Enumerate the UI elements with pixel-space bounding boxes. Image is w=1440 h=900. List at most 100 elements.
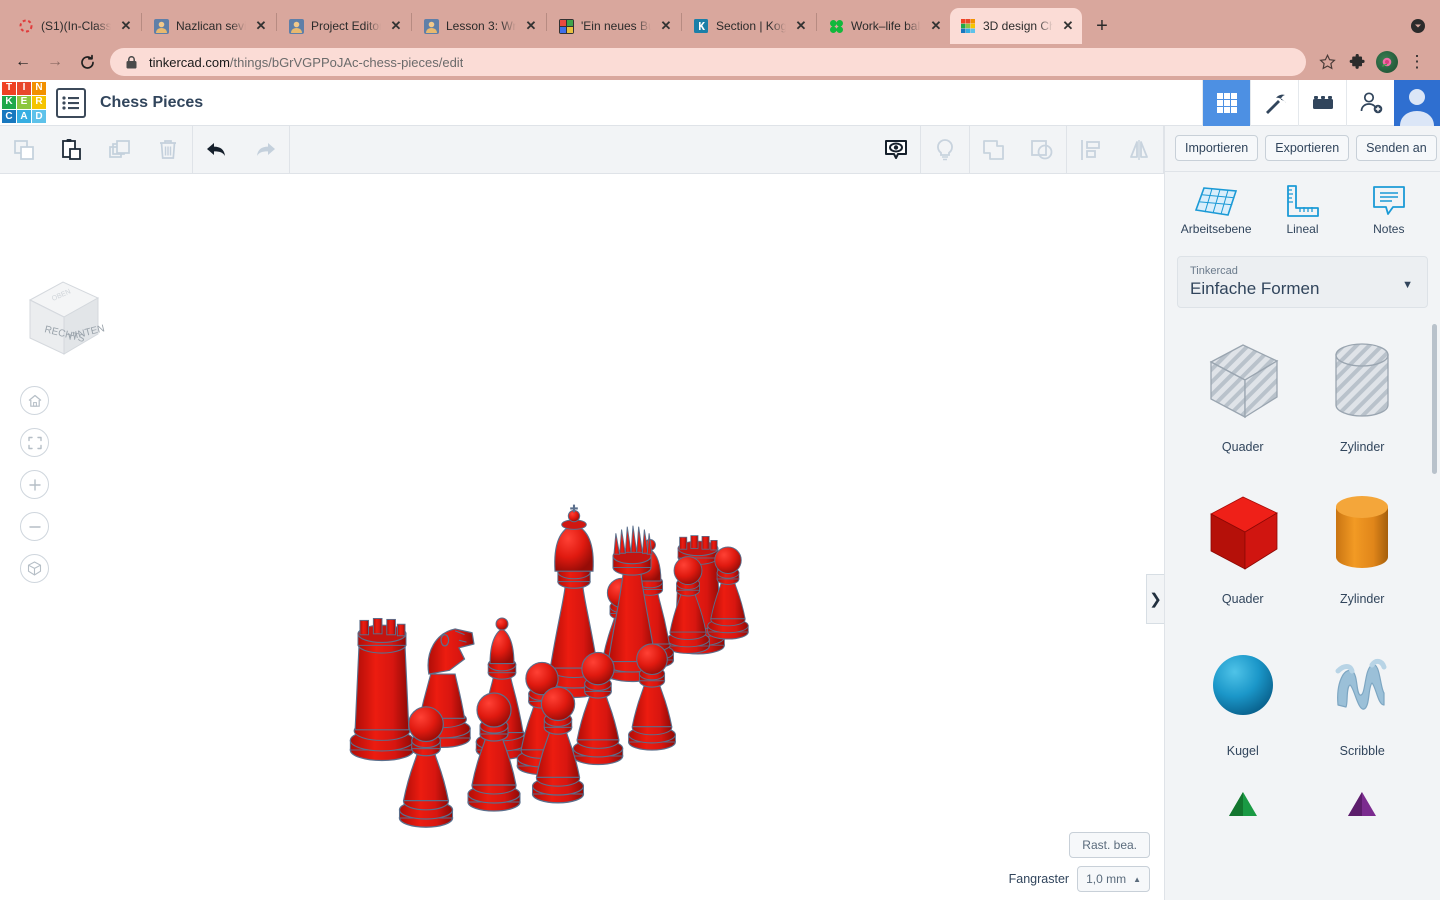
browser-tab-4[interactable]: Lesson 3: Writing ✕ (413, 8, 545, 44)
omnibox-row: ← → tinkercad.com/things/bGrVGPPoJAc-che… (0, 44, 1440, 80)
export-button[interactable]: Exportieren (1265, 135, 1350, 162)
profile-avatar[interactable] (1374, 49, 1400, 75)
notes-tool[interactable]: Notes (1349, 184, 1429, 236)
shape-item-box-solid[interactable]: Quader (1183, 484, 1303, 624)
person-photo-icon (423, 18, 439, 34)
group-icon[interactable] (970, 126, 1018, 174)
address-bar[interactable]: tinkercad.com/things/bGrVGPPoJAc-chess-p… (110, 48, 1306, 76)
toolbar-right-group (872, 126, 1164, 174)
tab-strip: (S1)(In-Class)(Ins ✕ Nazlican sevimli's … (0, 0, 1440, 44)
tab-close-icon[interactable]: ✕ (388, 18, 404, 34)
grid-edit-button[interactable]: Rast. bea. (1069, 832, 1150, 858)
import-button[interactable]: Importieren (1175, 135, 1259, 162)
add-person-icon[interactable] (1346, 80, 1394, 126)
pickaxe-icon[interactable] (1250, 80, 1298, 126)
chevron-up-icon: ▲ (1133, 874, 1141, 884)
browser-chrome: (S1)(In-Class)(Ins ✕ Nazlican sevimli's … (0, 0, 1440, 80)
panel-tools: Arbeitsebene Lineal Notes (1165, 172, 1440, 248)
zoom-in-button[interactable] (20, 470, 49, 499)
avatar (1376, 51, 1398, 73)
tinkercad-icon (960, 18, 976, 34)
logo-letter: D (32, 110, 46, 124)
3d-canvas[interactable]: RECHTS HINTEN OBEN ❯ Rast. bea. Fangrast… (0, 174, 1164, 900)
tab-close-icon[interactable]: ✕ (1060, 18, 1076, 34)
shape-label: Zylinder (1340, 592, 1385, 607)
tab-close-icon[interactable]: ✕ (253, 18, 269, 34)
snap-grid-row: Fangraster 1,0 mm ▲ (1009, 866, 1150, 892)
show-hide-eye-icon[interactable] (872, 126, 920, 174)
mirror-icon[interactable] (1115, 126, 1163, 174)
ruler-tool[interactable]: Lineal (1262, 184, 1342, 236)
collapse-panel-button[interactable]: ❯ (1146, 574, 1164, 624)
tab-close-icon[interactable]: ✕ (928, 18, 944, 34)
logo-letter: K (2, 95, 16, 110)
bookmark-star-icon[interactable] (1314, 49, 1340, 75)
shape-item-cone-purple[interactable] (1303, 788, 1423, 900)
reload-button[interactable] (72, 47, 102, 77)
back-button[interactable]: ← (8, 47, 38, 77)
zoom-out-button[interactable] (20, 512, 49, 541)
shape-item-box-hole[interactable]: Quader (1183, 332, 1303, 472)
paste-icon[interactable] (48, 126, 96, 174)
new-tab-button[interactable]: + (1088, 12, 1116, 40)
panel-scrollbar[interactable] (1432, 324, 1437, 475)
logo-letter: A (17, 110, 31, 124)
chess-pieces-3d-model[interactable] (330, 450, 750, 840)
snap-grid-label: Fangraster (1008, 872, 1070, 886)
ungroup-icon[interactable] (1018, 126, 1066, 174)
home-view-button[interactable] (20, 386, 49, 415)
browser-tab-8-active[interactable]: 3D design Chess ✕ (950, 8, 1082, 44)
chrome-menu-icon[interactable]: ⋮ (1404, 49, 1430, 75)
user-avatar-icon[interactable] (1394, 80, 1440, 126)
projection-toggle-button[interactable] (20, 554, 49, 583)
extensions-puzzle-icon[interactable] (1344, 49, 1370, 75)
redo-icon[interactable] (241, 126, 289, 174)
shape-item-cylinder-hole[interactable]: Zylinder (1303, 332, 1423, 472)
copy-icon[interactable] (0, 126, 48, 174)
view-cube[interactable]: RECHTS HINTEN OBEN (16, 272, 110, 364)
tab-close-icon[interactable]: ✕ (523, 18, 539, 34)
tab-title: Lesson 3: Writing (446, 19, 516, 33)
shape-item-sphere[interactable]: Kugel (1183, 636, 1303, 776)
cylinder-solid-icon (1322, 484, 1402, 584)
align-icon[interactable] (1067, 126, 1115, 174)
tab-title: Section | Kognity (716, 19, 786, 33)
browser-tab-2[interactable]: Nazlican sevimli's ✕ (143, 8, 275, 44)
colorful-square-icon (558, 18, 574, 34)
duplicate-icon[interactable] (96, 126, 144, 174)
browser-tab-5[interactable]: 'Ein neues Buch' ✕ (548, 8, 680, 44)
tab-close-icon[interactable]: ✕ (793, 18, 809, 34)
tab-close-icon[interactable]: ✕ (118, 18, 134, 34)
tab-title: (S1)(In-Class)(Ins (41, 19, 111, 33)
light-bulb-icon[interactable] (921, 126, 969, 174)
tab-divider (411, 13, 412, 31)
browser-tab-7[interactable]: Work–life balance ✕ (818, 8, 950, 44)
forward-button[interactable]: → (40, 47, 70, 77)
grid-gallery-icon[interactable] (1202, 80, 1250, 126)
shape-item-scribble[interactable]: Scribble (1303, 636, 1423, 776)
person-photo-icon (288, 18, 304, 34)
tab-close-icon[interactable]: ✕ (658, 18, 674, 34)
url-domain: tinkercad.com (149, 54, 230, 70)
browser-tab-1[interactable]: (S1)(In-Class)(Ins ✕ (8, 8, 140, 44)
shape-label: Quader (1221, 592, 1264, 607)
scribble-icon (1322, 636, 1402, 736)
tinkercad-app: T I N K E R C A D Chess Pieces RECHTS HI… (0, 80, 1440, 900)
tinkercad-logo-icon[interactable]: T I N K E R C A D (2, 81, 46, 124)
fit-view-button[interactable] (20, 428, 49, 457)
list-menu-icon[interactable] (56, 87, 86, 118)
window-menu-icon[interactable] (1408, 16, 1428, 36)
notes-icon (1371, 184, 1407, 218)
browser-tab-3[interactable]: Project Editor - In ✕ (278, 8, 410, 44)
browser-tab-6[interactable]: Section | Kognity ✕ (683, 8, 815, 44)
shape-library-select[interactable]: Tinkercad Einfache Formen ▼ (1177, 256, 1428, 309)
undo-icon[interactable] (193, 126, 241, 174)
snap-grid-select[interactable]: 1,0 mm ▲ (1077, 866, 1150, 892)
shape-item-cone-green[interactable] (1183, 788, 1303, 900)
shape-grid: Quader Zylinder Quader Zylinder Kugel Sc… (1165, 318, 1440, 900)
shape-item-cylinder-solid[interactable]: Zylinder (1303, 484, 1423, 624)
lego-brick-icon[interactable] (1298, 80, 1346, 126)
delete-icon[interactable] (144, 126, 192, 174)
send-to-button[interactable]: Senden an (1356, 135, 1437, 162)
workplane-tool[interactable]: Arbeitsebene (1176, 184, 1256, 236)
